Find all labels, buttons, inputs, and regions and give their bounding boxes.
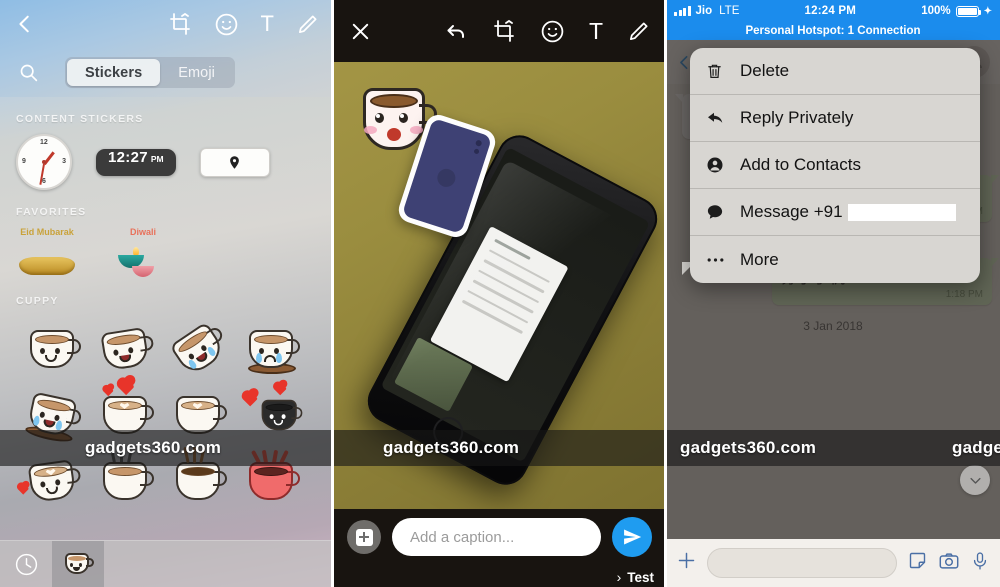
sticker-cup-laugh[interactable] xyxy=(89,316,162,382)
watermark-band: gadgets360.com gadgets360.com gadgets360… xyxy=(0,430,1000,466)
add-media-button[interactable] xyxy=(347,520,381,554)
watermark-text: gadgets360.com xyxy=(85,438,222,457)
cuppy-pack-tab[interactable] xyxy=(52,540,104,587)
menu-item-reply-privately[interactable]: Reply Privately xyxy=(690,95,980,142)
bluetooth-icon: ✦ xyxy=(983,5,992,17)
mic-icon[interactable] xyxy=(970,551,990,576)
cuppy-row-1 xyxy=(16,316,317,382)
diwali-sticker-label: Diwali xyxy=(129,227,157,237)
menu-item-more[interactable]: More xyxy=(690,236,980,283)
menu-item-label: Add to Contacts xyxy=(740,155,861,175)
menu-item-label: Reply Privately xyxy=(740,108,854,127)
sticker-picker-body: CONTENT STICKERS 12 3 6 9 12:27 PM FAVORITE… xyxy=(0,97,333,540)
undo-icon[interactable] xyxy=(444,19,468,43)
sticker-pack-tabbar xyxy=(0,540,333,587)
search-icon[interactable] xyxy=(18,62,39,83)
panel-divider-1 xyxy=(331,0,334,587)
panel-divider-2 xyxy=(664,0,667,587)
back-chevron-icon[interactable] xyxy=(14,13,36,35)
contact-icon xyxy=(706,156,740,174)
sticker-picker-header: T Stickers Emoji xyxy=(0,0,333,97)
crop-icon[interactable] xyxy=(168,12,192,36)
redacted-number xyxy=(847,203,956,221)
menu-item-text: Message +91 xyxy=(740,202,843,221)
status-time: 12:24 PM xyxy=(804,5,857,17)
chat-screen: 10 Test You +91 98712 34567 ~Gaurav S... xyxy=(666,40,1000,587)
text-tool-icon[interactable]: T xyxy=(261,13,274,35)
menu-item-message-number[interactable]: Message +91 xyxy=(690,189,980,236)
photo-editor-toolbar: T xyxy=(333,0,666,62)
text-tool-icon[interactable]: T xyxy=(589,19,603,43)
watermark-text: gadgets360.com xyxy=(952,438,1000,457)
ios-status-bar: Jio LTE 12:24 PM 100% ✦ xyxy=(666,0,1000,22)
menu-item-label: Message +91 xyxy=(740,202,956,222)
message-input[interactable] xyxy=(707,548,897,578)
section-title-cuppy: CUPPY xyxy=(16,295,59,307)
caption-input[interactable]: Add a caption... xyxy=(392,518,601,556)
date-separator: 3 Jan 2018 xyxy=(803,319,863,333)
clock-sticker[interactable]: 12 3 6 9 xyxy=(16,134,72,190)
battery-full-icon xyxy=(955,5,982,17)
time-sticker-time: 12:27 xyxy=(108,148,148,166)
network-type-label: LTE xyxy=(719,5,740,17)
signal-bars-icon xyxy=(674,6,691,16)
sticker-cup-crying[interactable] xyxy=(235,316,308,382)
crop-icon[interactable] xyxy=(492,19,516,43)
ellipsis-icon xyxy=(706,256,740,264)
watermark-text: gadgets360.com xyxy=(680,438,817,457)
time-sticker[interactable]: 12:27 PM xyxy=(96,148,176,176)
panel-whatsapp-chat: Jio LTE 12:24 PM 100% ✦ Personal Hotspot… xyxy=(666,0,1000,587)
carrier-label: Jio xyxy=(695,5,713,17)
context-menu[interactable]: Delete Reply Privately Add to Contacts M… xyxy=(690,48,980,283)
smiley-icon[interactable] xyxy=(214,12,239,37)
screenshot-stage: T Stickers Emoji CONTENT STICKERS 12 3 6 9 xyxy=(0,0,1000,587)
reply-icon xyxy=(706,109,740,127)
watermark-text: gadgets360.com xyxy=(383,438,520,457)
recents-tab[interactable] xyxy=(0,541,52,587)
time-sticker-meridiem: PM xyxy=(150,153,164,164)
tab-emoji[interactable]: Emoji xyxy=(160,59,233,86)
content-stickers-row: 12 3 6 9 12:27 PM xyxy=(16,134,317,190)
menu-item-delete[interactable]: Delete xyxy=(690,48,980,95)
hotspot-banner: Personal Hotspot: 1 Connection xyxy=(666,22,1000,40)
chat-bubble-icon xyxy=(706,203,740,221)
smiley-icon[interactable] xyxy=(540,19,565,44)
sticker-cup-smile[interactable] xyxy=(16,316,89,382)
tab-stickers[interactable]: Stickers xyxy=(67,59,161,86)
destination-label: Test xyxy=(627,569,654,585)
send-destination[interactable]: › Test xyxy=(617,569,654,585)
panel-photo-editor: T Add a caption... › Test xyxy=(333,0,666,587)
send-button[interactable] xyxy=(612,517,652,557)
menu-item-add-to-contacts[interactable]: Add to Contacts xyxy=(690,142,980,189)
sticker-picker-tabrow: Stickers Emoji xyxy=(0,48,333,97)
panel-sticker-picker: T Stickers Emoji CONTENT STICKERS 12 3 6 9 xyxy=(0,0,333,587)
sticker-emoji-segmented-control[interactable]: Stickers Emoji xyxy=(65,57,235,88)
pencil-icon[interactable] xyxy=(296,13,319,36)
message-time: 1:18 PM xyxy=(945,289,983,300)
favorites-row: Eid Mubarak Diwali xyxy=(16,227,317,279)
plus-icon[interactable] xyxy=(676,550,697,576)
sticker-cup-joy-tears[interactable] xyxy=(162,316,235,382)
scroll-to-bottom-button[interactable] xyxy=(960,465,990,495)
menu-item-text: Add to Contacts xyxy=(740,155,861,174)
close-icon[interactable] xyxy=(349,20,372,43)
destination-chevron-icon: › xyxy=(616,569,622,585)
diwali-sticker[interactable]: Diwali xyxy=(112,227,174,279)
pencil-icon[interactable] xyxy=(627,20,650,43)
trash-icon xyxy=(706,62,740,80)
section-title-content-stickers: CONTENT STICKERS xyxy=(16,113,144,125)
location-sticker[interactable] xyxy=(199,147,270,177)
caption-placeholder: Add a caption... xyxy=(410,528,515,546)
section-title-favorites: FAVORITES xyxy=(16,206,87,218)
eid-mubarak-sticker[interactable]: Eid Mubarak xyxy=(16,227,78,279)
sticker-picker-toolbar: T xyxy=(0,0,333,48)
camera-icon[interactable] xyxy=(938,550,960,577)
eid-sticker-label: Eid Mubarak xyxy=(20,227,74,237)
battery-percent-label: 100% xyxy=(921,5,951,17)
chat-input-bar xyxy=(666,539,1000,587)
sticker-icon[interactable] xyxy=(907,550,928,576)
menu-item-label: More xyxy=(740,249,779,269)
menu-item-label: Delete xyxy=(740,61,790,80)
caption-bar: Add a caption... › Test xyxy=(333,509,666,587)
